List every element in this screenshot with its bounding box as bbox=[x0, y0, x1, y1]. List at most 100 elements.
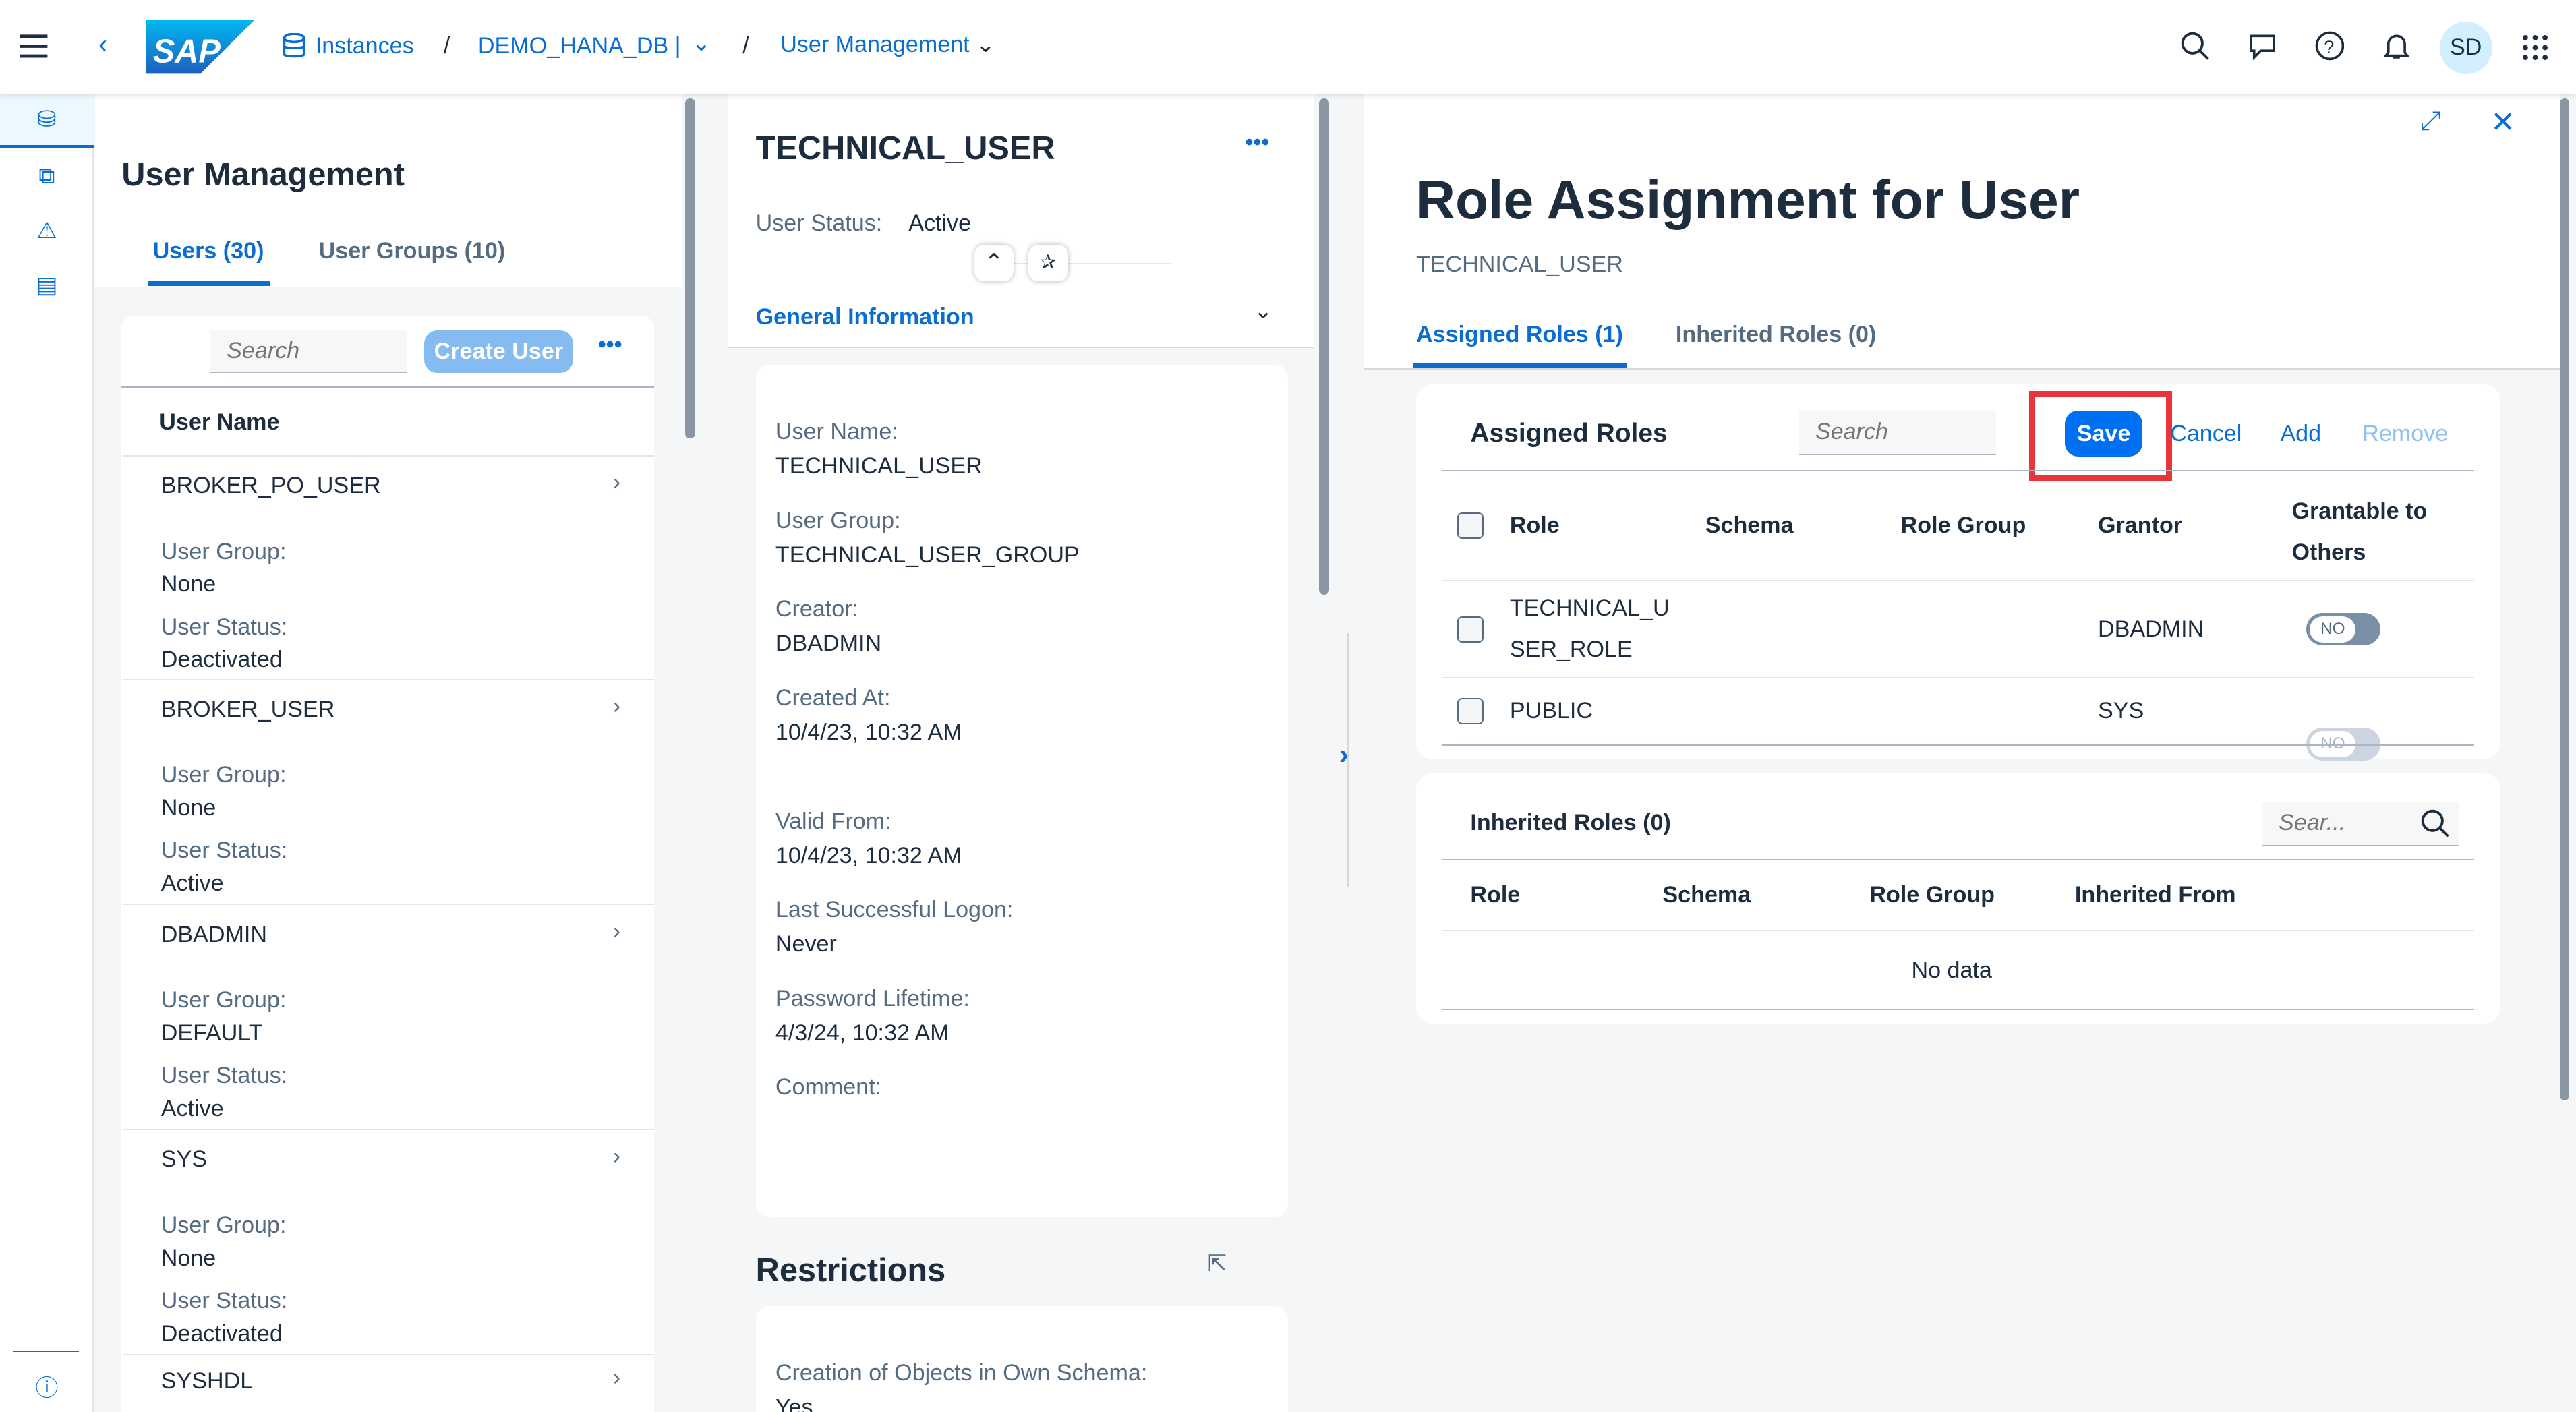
divider bbox=[1442, 929, 2474, 931]
help-icon[interactable]: ? bbox=[2315, 31, 2345, 67]
grantor: DBADMIN bbox=[2098, 616, 2204, 642]
list-item[interactable]: DBADMIN › User Group: DEFAULT User Statu… bbox=[123, 905, 654, 1131]
back-icon[interactable]: ‹ bbox=[98, 30, 107, 59]
search-icon[interactable] bbox=[2180, 31, 2210, 67]
app-grid-icon[interactable] bbox=[2522, 34, 2548, 67]
field-label: User Group: bbox=[160, 762, 287, 788]
shell-header: ‹ SAP Instances / DEMO_HANA_DB | ⌄ / Use… bbox=[0, 0, 2576, 94]
scrollbar[interactable] bbox=[2559, 98, 2570, 1101]
collapse-header-button[interactable]: ⌃ bbox=[974, 244, 1014, 281]
divider bbox=[1442, 579, 2474, 581]
user-name: BROKER_USER bbox=[160, 696, 335, 722]
field-label: User Group: bbox=[160, 987, 287, 1013]
panel-subtitle: TECHNICAL_USER bbox=[1415, 251, 1623, 277]
database-icon[interactable]: ⛁ bbox=[0, 93, 94, 148]
chevron-down-icon[interactable]: ⌄ bbox=[1254, 297, 1273, 324]
breadcrumb-instances[interactable]: Instances bbox=[283, 32, 414, 59]
section-general-information[interactable]: General Information bbox=[756, 304, 974, 330]
breadcrumb-db[interactable]: DEMO_HANA_DB | bbox=[478, 33, 681, 59]
avatar[interactable]: SD bbox=[2439, 21, 2492, 74]
column-header-schema: Schema bbox=[1705, 512, 1794, 539]
grantable-toggle[interactable]: NO bbox=[2306, 612, 2381, 646]
page-title: User Management bbox=[121, 156, 405, 194]
field-label: User Status: bbox=[160, 1063, 288, 1089]
row-checkbox[interactable] bbox=[1457, 616, 1484, 643]
user-group: None bbox=[160, 571, 216, 597]
chevron-right-icon[interactable]: › bbox=[1339, 738, 1349, 771]
column-header-role: Role bbox=[1509, 512, 1560, 539]
field-label: Valid From: bbox=[775, 808, 891, 834]
row-checkbox[interactable] bbox=[1457, 698, 1484, 725]
close-icon[interactable]: ✕ bbox=[2490, 105, 2515, 140]
notification-bell-icon[interactable] bbox=[2382, 31, 2411, 67]
field-label: User Status: bbox=[755, 210, 883, 236]
select-all-checkbox[interactable] bbox=[1457, 512, 1484, 539]
search-input[interactable] bbox=[1798, 411, 1996, 455]
field-label: User Status: bbox=[160, 837, 288, 864]
tab-user-groups[interactable]: User Groups (10) bbox=[319, 238, 506, 264]
list-item[interactable]: BROKER_PO_USER › User Group: None User S… bbox=[123, 454, 654, 680]
breadcrumb-page[interactable]: User Management ⌄ bbox=[780, 31, 995, 58]
add-button[interactable]: Add bbox=[2280, 421, 2321, 447]
tab-inherited-roles[interactable]: Inherited Roles (0) bbox=[1676, 322, 1876, 348]
chevron-right-icon: › bbox=[612, 469, 621, 496]
field-label: Comment: bbox=[775, 1074, 882, 1100]
user-status: Active bbox=[160, 871, 224, 897]
breadcrumb-separator: / bbox=[443, 32, 450, 59]
info-icon[interactable]: ⓘ bbox=[0, 1359, 94, 1412]
column-header-schema: Schema bbox=[1662, 882, 1751, 908]
more-options-icon[interactable]: ••• bbox=[1246, 129, 1270, 156]
tab-users[interactable]: Users (30) bbox=[153, 238, 264, 264]
field-value: TECHNICAL_USER bbox=[775, 453, 983, 479]
search-input[interactable] bbox=[210, 330, 408, 373]
breadcrumb-separator: / bbox=[742, 32, 749, 59]
menu-icon[interactable] bbox=[20, 33, 49, 65]
sap-logo[interactable]: SAP bbox=[146, 20, 255, 80]
restrictions-card: Creation of Objects in Own Schema: Yes bbox=[755, 1305, 1288, 1412]
breadcrumb-label: Instances bbox=[315, 32, 414, 59]
field-label: Creation of Objects in Own Schema: bbox=[775, 1360, 1148, 1386]
tab-indicator bbox=[1413, 363, 1627, 368]
role-assignment-header: ⤢ ✕ Role Assignment for User TECHNICAL_U… bbox=[1364, 93, 2560, 370]
alert-icon[interactable]: ⚠ bbox=[0, 204, 94, 258]
inherited-roles-card: Inherited Roles (0) Role Schema Role Gro… bbox=[1416, 773, 2500, 1024]
user-group: None bbox=[160, 1245, 216, 1271]
pin-icon[interactable]: ✰ bbox=[1028, 244, 1068, 281]
detail-header: TECHNICAL_USER ••• User Status: Active ⌃… bbox=[728, 93, 1314, 349]
scrollbar[interactable] bbox=[684, 98, 695, 439]
feedback-icon[interactable] bbox=[2248, 31, 2277, 67]
remove-button[interactable]: Remove bbox=[2362, 421, 2448, 447]
field-label: Last Successful Logon: bbox=[775, 897, 1014, 923]
chevron-down-icon[interactable]: ⌄ bbox=[692, 30, 711, 57]
column-header-role: Role bbox=[1470, 882, 1521, 908]
field-label: User Status: bbox=[160, 1287, 288, 1314]
column-header-inherited-from: Inherited From bbox=[2074, 882, 2236, 908]
toggle-label: NO bbox=[2310, 616, 2356, 643]
divider bbox=[1442, 1008, 2474, 1010]
fullscreen-icon[interactable]: ⤢ bbox=[2420, 107, 2441, 136]
users-panel-header: User Management Users (30) User Groups (… bbox=[95, 93, 682, 288]
scrollbar[interactable] bbox=[1319, 98, 1329, 595]
list-item[interactable]: SYSHDL › bbox=[123, 1355, 654, 1412]
field-label: User Group: bbox=[775, 507, 901, 533]
more-options-icon[interactable]: ••• bbox=[598, 332, 622, 358]
field-value: DBADMIN bbox=[775, 630, 882, 657]
tab-assigned-roles[interactable]: Assigned Roles (1) bbox=[1416, 322, 1623, 348]
divider bbox=[1442, 744, 2474, 746]
field-value: Yes bbox=[775, 1394, 813, 1412]
copy-icon[interactable]: ⧉ bbox=[0, 150, 94, 204]
role-name-line: TECHNICAL_U bbox=[1509, 595, 1670, 622]
cancel-button[interactable]: Cancel bbox=[2170, 421, 2242, 447]
list-item[interactable]: BROKER_USER › User Group: None User Stat… bbox=[123, 680, 654, 906]
breadcrumb-label: User Management bbox=[780, 32, 970, 58]
list-item[interactable]: SYS › User Group: None User Status: Deac… bbox=[123, 1130, 654, 1355]
field-label: User Status: bbox=[160, 614, 288, 640]
sql-console-icon[interactable]: ▤ bbox=[0, 258, 94, 312]
create-user-button[interactable]: Create User bbox=[423, 330, 574, 373]
field-label: Creator: bbox=[775, 596, 859, 622]
save-button[interactable]: Save bbox=[2065, 411, 2142, 457]
field-value: 4/3/24, 10:32 AM bbox=[775, 1020, 949, 1046]
search-icon[interactable] bbox=[2420, 808, 2450, 844]
field-value: TECHNICAL_USER_GROUP bbox=[775, 541, 1080, 568]
svg-text:?: ? bbox=[2324, 37, 2334, 57]
